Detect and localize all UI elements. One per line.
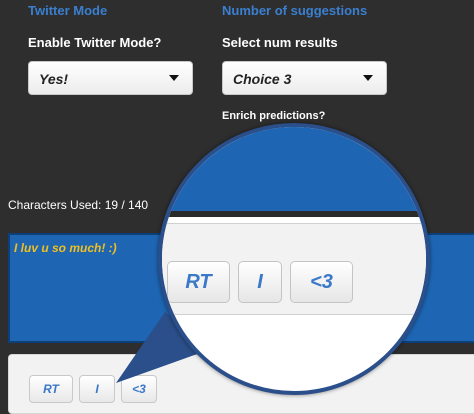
magnified-tweet-area	[162, 127, 426, 211]
twitter-mode-selected-value: Yes!	[39, 71, 69, 87]
num-results-label: Select num results	[222, 35, 338, 50]
magnified-border	[162, 211, 426, 217]
suggestion-button-heart[interactable]: <3	[121, 375, 157, 403]
suggestion-button-i[interactable]: I	[79, 375, 115, 403]
magnified-suggestion-button-heart: <3	[290, 261, 353, 303]
enrich-predictions-label: Enrich predictions?	[222, 110, 326, 122]
chevron-down-icon	[169, 75, 179, 81]
magnified-suggestion-button-rt: RT	[167, 261, 230, 303]
magnified-suggestion-button-i: I	[238, 261, 282, 303]
num-results-select[interactable]: Choice 3	[222, 61, 387, 95]
characters-used-counter: Characters Used: 19 / 140	[8, 198, 149, 212]
tweet-text: I luv u so much! :)	[14, 241, 117, 255]
magnifier-lens: RT I <3	[158, 123, 430, 395]
suggestion-button-rt[interactable]: RT	[29, 375, 73, 403]
twitter-mode-select[interactable]: Yes!	[28, 61, 193, 95]
twitter-mode-section-title: Twitter Mode	[28, 3, 108, 18]
chevron-down-icon	[363, 75, 373, 81]
num-suggestions-section-title: Number of suggestions	[222, 3, 368, 18]
twitter-mode-label: Enable Twitter Mode?	[28, 35, 162, 50]
num-results-selected-value: Choice 3	[233, 71, 292, 87]
